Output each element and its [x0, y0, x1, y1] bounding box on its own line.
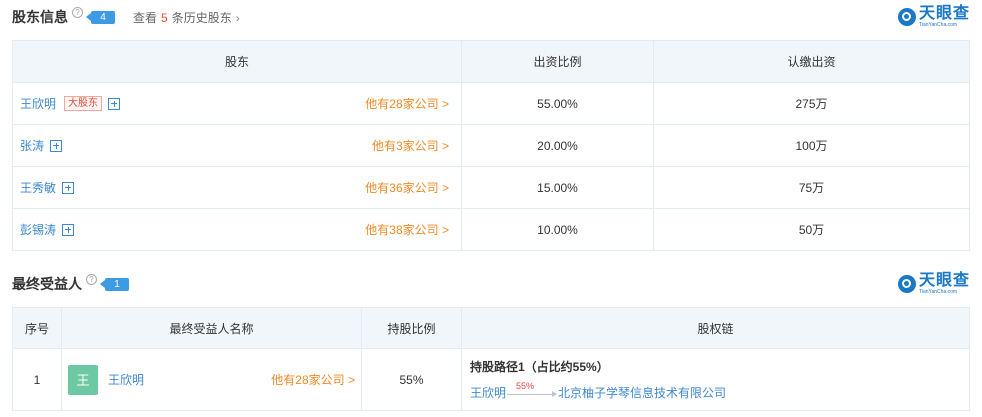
logo-text: 天眼查 — [918, 272, 970, 289]
capital-cell: 100万 — [653, 124, 970, 167]
beneficiary-title: 最终受益人 — [12, 276, 82, 292]
shareholder-name[interactable]: 王秀敏 — [20, 179, 56, 196]
holding-ratio-cell: 55% — [361, 348, 462, 411]
chevron-right-icon: › — [235, 10, 240, 25]
capital-cell: 275万 — [653, 82, 970, 125]
plus-square-icon[interactable] — [62, 181, 75, 194]
companies-link[interactable]: 他有28家公司 > — [365, 95, 449, 112]
equity-path: 王欣明 55% 北京柚子学琴信息技术有限公司 — [470, 381, 961, 401]
table-header-row: 序号 最终受益人名称 持股比例 股权链 — [12, 307, 970, 349]
ratio-cell: 10.00% — [461, 208, 654, 251]
companies-link[interactable]: 他有38家公司 > — [365, 221, 449, 238]
history-prefix: 查看 — [133, 10, 158, 25]
col-header-ratio: 出资比例 — [461, 40, 654, 83]
shareholder-name[interactable]: 张涛 — [20, 137, 44, 154]
table-row: 张涛 他有3家公司 > 20.00% 100万 — [12, 124, 970, 167]
capital-cell: 75万 — [653, 166, 970, 209]
ratio-cell: 15.00% — [461, 166, 654, 209]
companies-link[interactable]: 他有3家公司 > — [372, 137, 449, 154]
help-icon[interactable]: ? — [72, 6, 83, 18]
help-icon[interactable]: ? — [86, 273, 97, 285]
shareholders-title: 股东信息 — [12, 9, 68, 25]
companies-link[interactable]: 他有36家公司 > — [365, 179, 449, 196]
history-count: 5 — [161, 10, 168, 25]
table-row: 1 王 王欣明 他有28家公司 > 55% 持股路径1（占比约55%） 王欣明 … — [12, 348, 970, 411]
avatar[interactable]: 王 — [68, 364, 98, 395]
history-suffix: 条历史股东 — [171, 10, 232, 25]
col-header-index: 序号 — [12, 307, 62, 349]
companies-link[interactable]: 他有28家公司 > — [271, 371, 355, 388]
major-shareholder-tag: 大股东 — [64, 96, 103, 111]
col-header-beneficiary-name: 最终受益人名称 — [61, 307, 362, 349]
path-title: 持股路径1（占比约55%） — [470, 360, 609, 374]
arrow-right-icon: 55% — [507, 381, 558, 399]
tianyancha-logo: 天眼查 TianYanCha.com — [897, 5, 970, 28]
shareholder-name[interactable]: 彭锡涛 — [20, 221, 56, 238]
col-header-holding-ratio: 持股比例 — [361, 307, 462, 349]
shareholders-header: 股东信息 ? 4 查看 5 条历史股东 › — [12, 6, 240, 27]
plus-square-icon[interactable] — [62, 223, 75, 236]
tianyancha-logo: 天眼查 TianYanCha.com — [897, 272, 970, 295]
ratio-cell: 20.00% — [461, 124, 654, 167]
beneficiary-count-badge: 1 — [100, 277, 129, 291]
equity-chain-cell: 持股路径1（占比约55%） 王欣明 55% 北京柚子学琴信息技术有限公司 — [461, 348, 970, 411]
path-percent: 55% — [516, 380, 535, 391]
col-header-equity-chain: 股权链 — [461, 307, 970, 349]
table-row: 彭锡涛 他有38家公司 > 10.00% 50万 — [12, 208, 970, 251]
path-to-company[interactable]: 北京柚子学琴信息技术有限公司 — [558, 384, 726, 401]
shareholders-count-badge: 4 — [86, 10, 115, 24]
col-header-shareholder: 股东 — [12, 40, 462, 83]
logo-text-en: TianYanCha.com — [918, 22, 958, 28]
shareholders-table: 股东 出资比例 认缴出资 王欣明 大股东 他有28家公司 > 55.00% 27… — [12, 40, 970, 251]
ratio-cell: 55.00% — [461, 82, 654, 125]
logo-mark-icon — [897, 275, 916, 293]
logo-mark-icon — [897, 8, 916, 26]
plus-square-icon[interactable] — [50, 139, 63, 152]
shareholder-name[interactable]: 王欣明 — [20, 95, 56, 112]
path-from-person[interactable]: 王欣明 — [470, 384, 506, 401]
logo-text-en: TianYanCha.com — [918, 289, 958, 295]
col-header-capital: 认缴出资 — [653, 40, 970, 83]
index-cell: 1 — [12, 348, 62, 411]
beneficiary-table: 序号 最终受益人名称 持股比例 股权链 1 王 王欣明 他有28家公司 > 55… — [12, 307, 970, 411]
capital-cell: 50万 — [653, 208, 970, 251]
beneficiary-name[interactable]: 王欣明 — [108, 371, 144, 388]
history-shareholders-link[interactable]: 查看 5 条历史股东 › — [133, 9, 240, 26]
table-header-row: 股东 出资比例 认缴出资 — [12, 40, 970, 83]
table-row: 王欣明 大股东 他有28家公司 > 55.00% 275万 — [12, 82, 970, 125]
table-row: 王秀敏 他有36家公司 > 15.00% 75万 — [12, 166, 970, 209]
plus-square-icon[interactable] — [108, 97, 121, 110]
beneficiary-header: 最终受益人 ? 1 — [12, 273, 129, 294]
logo-text: 天眼查 — [918, 5, 970, 22]
